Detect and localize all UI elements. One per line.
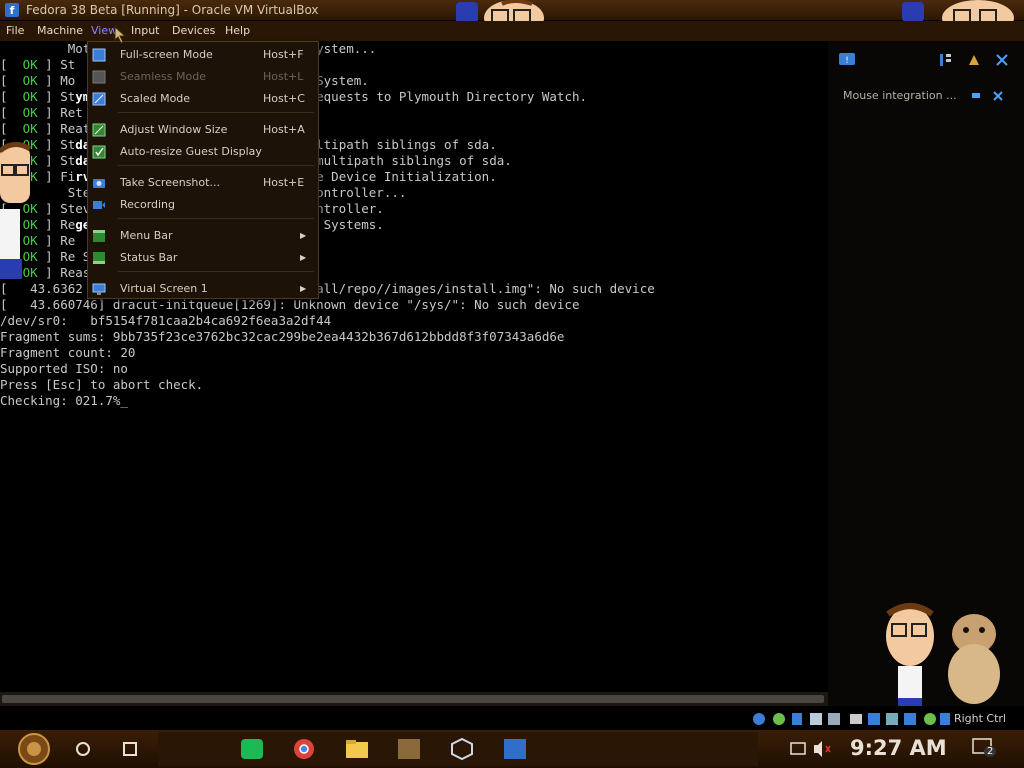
menu-item-take-screenshot[interactable]: Take Screenshot... Host+E bbox=[88, 174, 318, 192]
menu-item-menu-bar[interactable]: Menu Bar ▶ bbox=[88, 227, 318, 245]
scrollbar-thumb[interactable] bbox=[2, 695, 824, 703]
file-explorer-icon[interactable] bbox=[345, 738, 369, 760]
menu-item-adjust-window-size[interactable]: Adjust Window Size Host+A bbox=[88, 121, 318, 139]
menu-separator bbox=[118, 218, 314, 219]
notification-count-badge: 2 bbox=[984, 746, 997, 757]
menu-item-virtual-screen-1[interactable]: Virtual Screen 1 ▶ bbox=[88, 280, 318, 298]
task-view-icon[interactable] bbox=[120, 740, 140, 758]
menu-devices[interactable]: Devices bbox=[172, 21, 215, 41]
submenu-arrow-icon: ▶ bbox=[300, 284, 307, 293]
cartoon-face-sticker bbox=[0, 142, 32, 279]
view-menu-dropdown: Full-screen Mode Host+F Seamless Mode Ho… bbox=[87, 41, 319, 299]
action-center[interactable]: 2 bbox=[972, 738, 997, 760]
start-button-icon[interactable] bbox=[12, 732, 56, 766]
virtualbox-fedora-icon: f bbox=[5, 3, 19, 17]
close-icon[interactable] bbox=[992, 90, 1004, 102]
window-title: Fedora 38 Beta [Running] - Oracle VM Vir… bbox=[26, 3, 319, 17]
hamster-sticker bbox=[948, 614, 1000, 704]
chrome-icon[interactable] bbox=[292, 738, 316, 760]
terminal-line: Checking: 021.7%_ bbox=[0, 393, 128, 408]
fullscreen-icon bbox=[92, 48, 106, 62]
terminal-line: Fragment sums: 9bb735f23ce3762bc32cac299… bbox=[0, 329, 565, 344]
svg-text:f: f bbox=[10, 4, 15, 17]
recording-icon bbox=[93, 201, 105, 209]
pin-notification-icon[interactable] bbox=[970, 90, 982, 102]
host-key-label: Right Ctrl bbox=[953, 712, 1006, 725]
menu-help[interactable]: Help bbox=[225, 21, 250, 41]
cartoon-character-sticker bbox=[886, 603, 934, 720]
status-device-icons bbox=[753, 713, 950, 725]
scaled-icon bbox=[92, 92, 106, 106]
info-icon[interactable]: ! bbox=[838, 52, 856, 68]
virtualbox-fedora-taskbar-icon[interactable] bbox=[503, 738, 527, 760]
search-icon[interactable] bbox=[74, 740, 92, 758]
pin-icon[interactable] bbox=[966, 52, 982, 68]
taskbar-clock[interactable]: 9:27 AM bbox=[850, 736, 947, 760]
terminal-line: /dev/sr0: bf5154f781caa2b4ca692f6ea3a2df… bbox=[0, 313, 332, 328]
monitor-icon bbox=[92, 283, 106, 295]
terminal-line: Supported ISO: no bbox=[0, 361, 128, 376]
dismiss-all-icon[interactable] bbox=[994, 52, 1010, 68]
submenu-arrow-icon: ▶ bbox=[300, 231, 307, 240]
svg-text:!: ! bbox=[845, 56, 849, 66]
adjust-window-icon bbox=[92, 123, 106, 137]
menu-item-auto-resize[interactable]: Auto-resize Guest Display bbox=[88, 143, 318, 161]
menu-item-seamless-mode: Seamless Mode Host+L bbox=[88, 68, 318, 86]
system-tray-icons[interactable] bbox=[790, 740, 846, 758]
statusbar-icon bbox=[93, 252, 105, 264]
menu-item-scaled-mode[interactable]: Scaled Mode Host+C bbox=[88, 90, 318, 108]
game-app-icon[interactable] bbox=[397, 738, 421, 760]
horizontal-scrollbar[interactable] bbox=[0, 692, 828, 706]
submenu-arrow-icon: ▶ bbox=[300, 253, 307, 262]
auto-resize-icon bbox=[92, 145, 106, 159]
notification-text: Mouse integration ... bbox=[843, 89, 957, 102]
menu-separator bbox=[118, 112, 314, 113]
mouse-cursor-icon bbox=[114, 26, 127, 44]
terminal-line: Fragment count: 20 bbox=[0, 345, 136, 360]
vm-status-bar: Right Ctrl bbox=[0, 706, 1024, 730]
notification-item[interactable]: Mouse integration ... bbox=[836, 88, 1012, 104]
menu-item-recording[interactable]: Recording bbox=[88, 196, 318, 214]
menu-item-fullscreen-mode[interactable]: Full-screen Mode Host+F bbox=[88, 46, 318, 64]
terminal-line: Press [Esc] to abort check. bbox=[0, 377, 204, 392]
menubar-icon bbox=[93, 230, 105, 242]
menu-bar: File Machine View Input Devices Help bbox=[0, 21, 1024, 41]
menu-machine[interactable]: Machine bbox=[37, 21, 83, 41]
spotify-icon[interactable] bbox=[240, 738, 264, 760]
terminal-line: [ 43.660746] dracut-initqueue[1269]: Unk… bbox=[0, 297, 580, 312]
cube-app-icon[interactable] bbox=[450, 738, 474, 760]
sort-icon[interactable] bbox=[938, 52, 954, 68]
menu-item-status-bar[interactable]: Status Bar ▶ bbox=[88, 249, 318, 267]
menu-separator bbox=[118, 271, 314, 272]
menu-separator bbox=[118, 165, 314, 166]
seamless-icon bbox=[92, 70, 106, 84]
menu-input[interactable]: Input bbox=[131, 21, 159, 41]
camera-icon bbox=[93, 179, 105, 188]
os-taskbar: 9:27 AM 2 bbox=[0, 730, 1024, 768]
menu-file[interactable]: File bbox=[6, 21, 24, 41]
